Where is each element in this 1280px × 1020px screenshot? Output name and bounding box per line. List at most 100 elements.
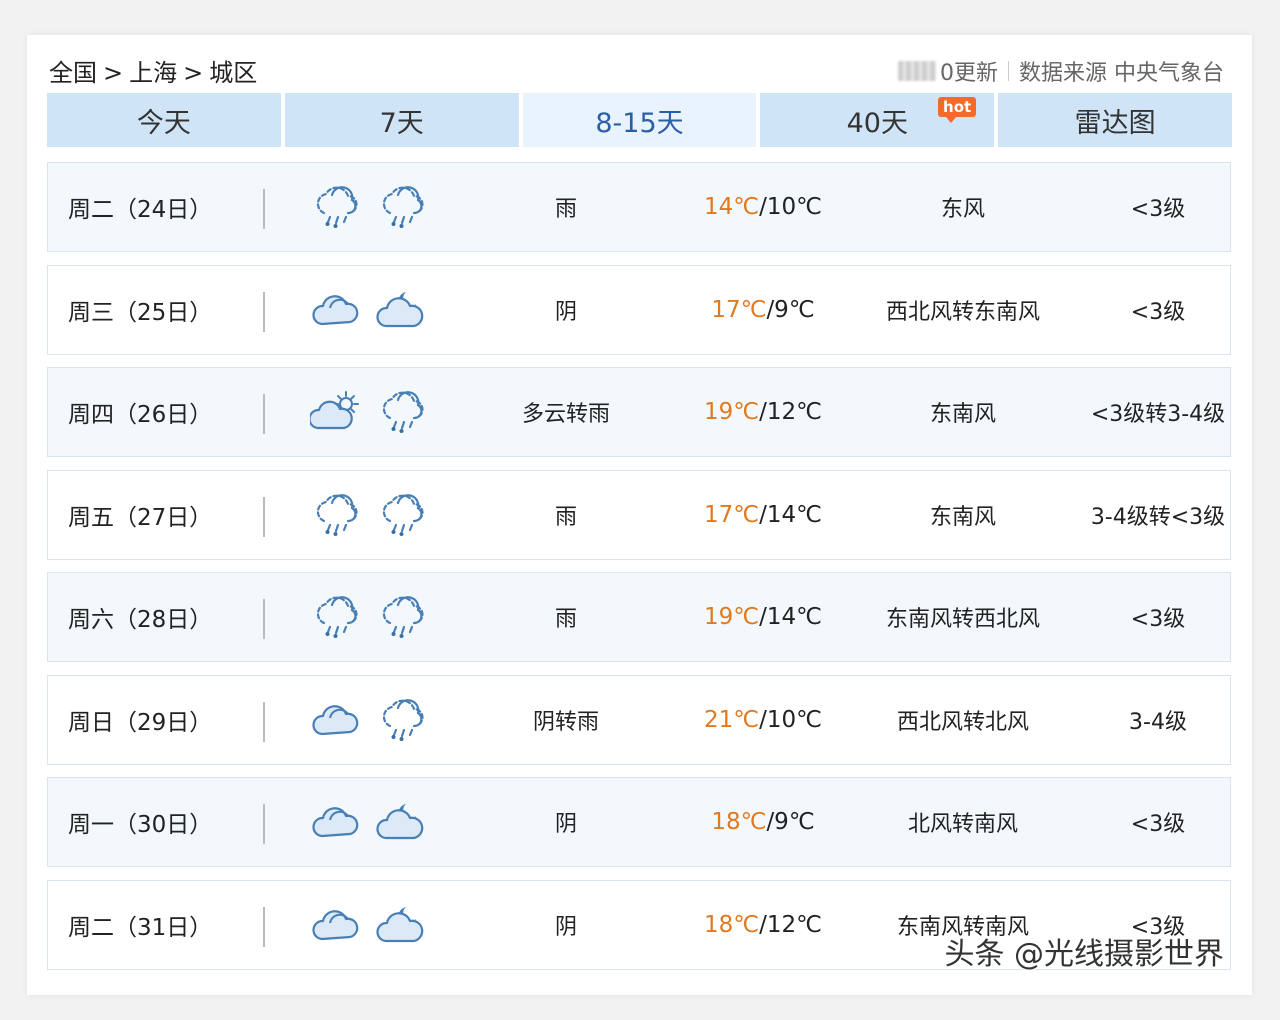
update-info: 0更新 数据来源 中央气象台: [898, 55, 1224, 87]
forecast-row: 周日（29日） 阴转雨 21℃/10℃ 西北风转北风 3-4级: [47, 674, 1231, 765]
low-temp: /12℃: [759, 399, 822, 425]
forecast-date: 周二（24日）: [68, 197, 213, 223]
temperature: 18℃/12℃: [688, 881, 838, 969]
high-temp: 17℃: [711, 296, 767, 323]
cloudy-night-icon: [376, 286, 428, 334]
separator: [1008, 61, 1009, 81]
low-temp: /9℃: [766, 296, 815, 323]
rain-icon: [376, 491, 428, 539]
weather-icons: [310, 881, 428, 969]
forecast-date: 周三（25日）: [68, 299, 213, 326]
row-divider: [263, 394, 265, 434]
temperature: 18℃/9℃: [688, 778, 838, 866]
weather-icons: [310, 266, 428, 354]
wind-direction: 东南风: [929, 504, 996, 530]
row-divider: [263, 496, 265, 537]
wind-direction: 西北风转北风: [896, 709, 1029, 735]
breadcrumb-country[interactable]: 全国: [49, 53, 97, 88]
temperature: 19℃/12℃: [688, 368, 838, 456]
weather-icons: [310, 778, 428, 866]
weather-description: 雨: [554, 607, 577, 632]
high-temp: 18℃: [711, 809, 767, 835]
low-temp: /12℃: [759, 911, 822, 938]
blurred-time: [898, 61, 936, 81]
forecast-date: 周一（30日）: [68, 812, 213, 838]
weather-description: 阴: [554, 299, 577, 325]
rain-icon: [376, 183, 428, 231]
breadcrumb-city[interactable]: 上海: [129, 53, 177, 88]
wind-direction: 西北风转东南风: [885, 299, 1040, 325]
rain-icon: [310, 183, 362, 231]
wind-level: <3级: [1130, 812, 1186, 837]
rain-icon: [310, 593, 362, 641]
wind-level: <3级转3-4级: [1090, 402, 1226, 427]
cloudy-night-icon: [376, 901, 428, 949]
high-temp: 17℃: [704, 501, 760, 528]
row-divider: [263, 804, 265, 844]
breadcrumb: 全国 > 上海 > 城区: [49, 53, 257, 88]
cloudy-icon: [310, 286, 362, 334]
high-temp: 19℃: [704, 399, 760, 425]
temperature: 14℃/10℃: [688, 163, 838, 251]
tab-today[interactable]: 今天: [47, 93, 281, 147]
row-divider: [263, 906, 265, 947]
wind-level: <3级: [1130, 197, 1186, 222]
partly-cloudy-icon: [310, 388, 362, 436]
temperature: 17℃/9℃: [688, 266, 838, 354]
weather-icons: [310, 573, 428, 661]
forecast-date: 周四（26日）: [68, 402, 213, 428]
weather-description: 多云转雨: [521, 402, 610, 427]
cloudy-icon: [310, 901, 362, 949]
wind-direction: 东风: [940, 197, 985, 222]
temperature: 21℃/10℃: [688, 676, 838, 764]
weather-description: 阴: [554, 914, 577, 940]
rain-icon: [376, 388, 428, 436]
cloudy-icon: [310, 696, 362, 744]
forecast-tabs: 今天 7天 8-15天 40天 hot 雷达图: [47, 93, 1232, 147]
forecast-row: 周二（24日） 雨 14℃/10℃ 东风 <3级: [47, 162, 1231, 252]
watermark: 头条 @光线摄影世界: [944, 937, 1224, 972]
weather-icons: [310, 471, 428, 559]
forecast-row: 周六（28日） 雨 19℃/14℃ 东南风转西北风 <3级: [47, 572, 1231, 662]
high-temp: 19℃: [704, 604, 760, 630]
forecast-date: 周五（27日）: [68, 504, 213, 531]
cloudy-night-icon: [376, 798, 428, 846]
row-divider: [263, 189, 265, 229]
high-temp: 18℃: [704, 911, 760, 938]
high-temp: 14℃: [704, 194, 760, 220]
forecast-date: 周二（31日）: [68, 914, 213, 941]
forecast-date: 周日（29日）: [68, 709, 213, 736]
tab-40-days[interactable]: 40天 hot: [760, 93, 995, 147]
data-source: 数据来源 中央气象台: [1019, 61, 1224, 86]
high-temp: 21℃: [704, 706, 760, 733]
temperature: 19℃/14℃: [688, 573, 838, 661]
breadcrumb-separator: >: [103, 59, 124, 87]
weather-description: 雨: [554, 197, 577, 222]
weather-icons: [310, 163, 428, 251]
top-bar: 全国 > 上海 > 城区 0更新 数据来源 中央气象台: [27, 35, 1252, 93]
forecast-row: 周五（27日） 雨 17℃/14℃ 东南风 3-4级转<3级: [47, 469, 1231, 560]
forecast-list: 周二（24日） 雨 14℃/10℃ 东风 <3级 周三（25日） 阴 17℃/9…: [47, 162, 1231, 982]
row-divider: [263, 599, 265, 639]
low-temp: /9℃: [766, 809, 815, 835]
wind-direction: 东南风: [929, 402, 996, 427]
tab-7-days[interactable]: 7天: [284, 93, 519, 147]
tab-radar[interactable]: 雷达图: [998, 93, 1232, 147]
tab-8-15-days[interactable]: 8-15天: [522, 93, 757, 147]
update-text: 0更新: [940, 61, 998, 86]
low-temp: /10℃: [759, 706, 822, 733]
weather-icons: [310, 368, 428, 456]
wind-level: 3-4级转<3级: [1090, 504, 1226, 530]
low-temp: /14℃: [759, 604, 822, 630]
tab-label: 40天: [846, 107, 908, 139]
rain-icon: [310, 491, 362, 539]
row-divider: [263, 701, 265, 742]
tab-label: 雷达图: [1074, 107, 1156, 139]
forecast-row: 周一（30日） 阴 18℃/9℃ 北风转南风 <3级: [47, 777, 1231, 867]
cloudy-icon: [310, 798, 362, 846]
forecast-row: 周三（25日） 阴 17℃/9℃ 西北风转东南风 <3级: [47, 264, 1231, 355]
forecast-row: 周四（26日） 多云转雨 19℃/12℃ 东南风 <3级转3-4级: [47, 367, 1231, 457]
tab-label: 7天: [379, 107, 424, 139]
forecast-date: 周六（28日）: [68, 607, 213, 633]
temperature: 17℃/14℃: [688, 471, 838, 559]
